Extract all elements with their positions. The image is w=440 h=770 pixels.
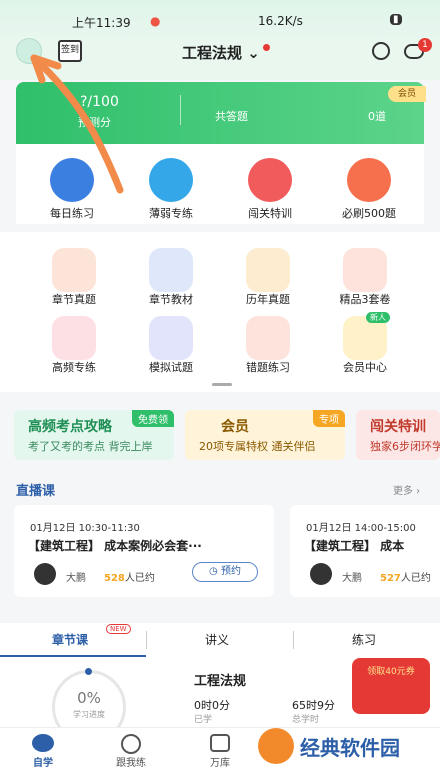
status-time: 上午11:39 <box>72 16 131 30</box>
quick-action-label[interactable]: 每日练习 <box>32 205 112 221</box>
quick-action-label[interactable]: 闯关特训 <box>230 205 310 221</box>
gift-label: 领取40元券 <box>367 667 415 677</box>
nav-follow-practice[interactable]: 跟我练 <box>106 754 156 769</box>
teacher-name: 大鹏 <box>66 573 86 584</box>
course-tabs: 章节课 讲义 练习 <box>0 623 440 657</box>
subject-title: 工程法规 <box>182 44 243 62</box>
vip-badge[interactable]: 会员 <box>388 86 426 102</box>
promo-card[interactable]: 会员 20项专属特权 通关伴侣 专项 <box>185 410 345 460</box>
quick-action-label[interactable]: 薄弱专练 <box>131 205 211 221</box>
promo-sub: 独家6步闭环学 <box>370 440 440 453</box>
teacher-avatar <box>34 563 56 585</box>
app-icon: ● <box>150 14 161 28</box>
error-icon[interactable] <box>246 316 290 360</box>
tab-practice[interactable]: 练习 <box>352 631 376 648</box>
total-label: 共答题 <box>215 110 248 123</box>
studied-time: 0时0分 <box>194 699 230 712</box>
more-link[interactable]: 更多 › <box>393 482 420 497</box>
grid-label[interactable]: 会员中心 <box>325 359 405 375</box>
live-card[interactable]: 01月12日 14:00-15:00 【建筑工程】 成本 大鹏 527人已约 <box>290 505 440 597</box>
booked-count: 527 <box>380 573 401 584</box>
promo-card[interactable]: 高频考点攻略 考了又考的考点 背完上岸 免费领 <box>14 410 174 460</box>
score-label: 预测分 <box>78 116 111 129</box>
tab-divider <box>146 631 147 649</box>
promo-sub: 考了又考的考点 背完上岸 <box>28 440 153 453</box>
total-time-label: 总学时 <box>292 715 320 725</box>
grid-label[interactable]: 精品3套卷 <box>325 291 405 307</box>
live-time: 01月12日 10:30-11:30 <box>30 523 140 534</box>
grid-label[interactable]: 高频专练 <box>34 359 114 375</box>
watermark-logo-icon <box>258 728 294 764</box>
exam-icon[interactable] <box>246 248 290 292</box>
promo-tag: 专项 <box>313 410 345 427</box>
promo-title: 高频考点攻略 <box>28 419 112 435</box>
battery-icon: ▮ <box>390 14 402 25</box>
notification-dot <box>263 44 270 51</box>
grid-label[interactable]: 章节教材 <box>131 291 211 307</box>
booked-count: 528 <box>104 573 125 584</box>
avatar[interactable] <box>16 38 42 64</box>
tab-chapter[interactable]: 章节课 <box>52 631 88 648</box>
self-study-icon[interactable] <box>32 734 54 752</box>
promo-tag: 免费领 <box>132 410 174 427</box>
textbook-icon[interactable] <box>149 248 193 292</box>
paper-icon[interactable] <box>343 248 387 292</box>
live-time: 01月12日 14:00-15:00 <box>306 523 416 534</box>
grid-label[interactable]: 章节真题 <box>34 291 114 307</box>
score-value: ?/100 <box>80 94 119 110</box>
subject-selector[interactable]: 工程法规 ⌄ <box>182 42 260 63</box>
progress-label: 学习进度 <box>73 710 105 719</box>
book-button[interactable]: ◷ 预约 <box>192 562 258 582</box>
watermark: 经典软件园 <box>300 736 400 760</box>
tab-handout[interactable]: 讲义 <box>205 631 229 648</box>
grid-label[interactable]: 错题练习 <box>228 359 308 375</box>
clock-icon: ◷ <box>209 566 221 577</box>
tab-divider <box>293 631 294 649</box>
target-icon[interactable] <box>248 158 292 202</box>
gift-coupon[interactable]: 领取40元券 <box>352 658 430 714</box>
page-indicator <box>212 383 232 386</box>
checkin-button[interactable]: 签到 <box>58 40 82 62</box>
new-user-badge: 新人 <box>366 312 390 323</box>
total-value: 0道 <box>368 110 386 123</box>
teacher-name: 大鹏 <box>342 573 362 584</box>
search-icon[interactable] <box>372 42 390 60</box>
500-icon[interactable] <box>347 158 391 202</box>
promo-title: 闯关特训 <box>370 419 426 435</box>
promo-title: 会员 <box>221 419 249 435</box>
grid-label[interactable]: 模拟试题 <box>131 359 211 375</box>
status-bar: 上午11:39 16.2K/s ● ▮ <box>0 0 440 40</box>
live-header: 直播课 <box>16 484 56 499</box>
book-icon[interactable] <box>52 248 96 292</box>
status-speed: 16.2K/s <box>258 14 303 28</box>
live-title: 【建筑工程】 成本 <box>304 539 405 553</box>
summary-divider <box>180 95 181 125</box>
new-badge: NEW <box>106 624 131 634</box>
library-icon[interactable] <box>210 734 230 752</box>
booked-suffix: 人已约 <box>400 573 431 584</box>
chevron-down-icon: ⌄ <box>242 44 260 62</box>
progress-subject: 工程法规 <box>194 674 247 689</box>
progress-percent: 0% <box>77 689 101 707</box>
quick-action-label[interactable]: 必刷500题 <box>329 205 409 221</box>
promo-card[interactable]: 闯关特训 独家6步闭环学 <box>356 410 440 460</box>
clock-icon[interactable] <box>50 158 94 202</box>
studied-label: 已学 <box>194 715 213 725</box>
grid-label[interactable]: 历年真题 <box>228 291 308 307</box>
nav-self-study[interactable]: 自学 <box>18 754 68 769</box>
total-time: 65时9分 <box>292 699 335 712</box>
booked-suffix: 人已约 <box>124 573 155 584</box>
quiz-icon[interactable] <box>149 316 193 360</box>
live-title: 【建筑工程】 成本案例必会套··· <box>28 539 202 553</box>
trend-icon[interactable] <box>52 316 96 360</box>
nav-library[interactable]: 万库 <box>195 754 245 769</box>
live-card[interactable]: 01月12日 10:30-11:30 【建筑工程】 成本案例必会套··· 大鹏 … <box>14 505 274 597</box>
promo-sub: 20项专属特权 通关伴侣 <box>199 440 316 453</box>
practice-icon[interactable] <box>121 734 141 754</box>
progress-dot <box>85 668 92 675</box>
message-badge: 1 <box>418 38 432 52</box>
book-label: 预约 <box>220 566 241 577</box>
chat-icon[interactable] <box>149 158 193 202</box>
teacher-avatar <box>310 563 332 585</box>
